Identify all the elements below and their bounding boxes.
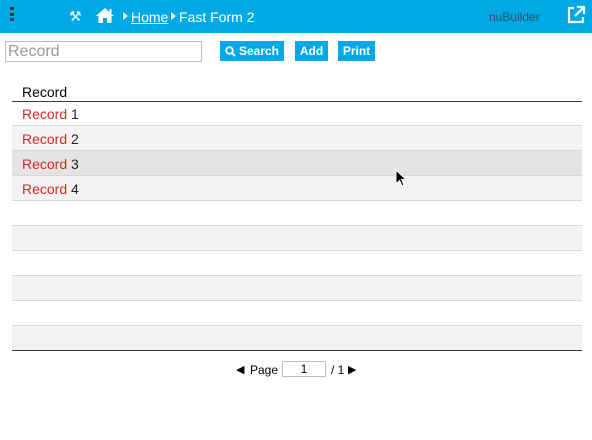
record-cell: Record 2 <box>22 131 79 147</box>
search-icon <box>225 45 236 57</box>
mouse-cursor-icon <box>395 168 408 193</box>
page-number-input[interactable] <box>282 361 326 377</box>
table-row[interactable]: Record 4 <box>12 176 582 201</box>
record-cell: Record 1 <box>22 106 79 122</box>
breadcrumb-arrow-icon <box>123 12 128 20</box>
empty-row <box>12 326 582 351</box>
search-button[interactable]: Search <box>220 41 284 61</box>
vertical-dots-icon[interactable] <box>10 7 15 25</box>
record-cell: Record 4 <box>22 181 79 197</box>
empty-row <box>12 276 582 301</box>
search-button-label: Search <box>238 44 280 58</box>
tools-icon[interactable]: ⚒ <box>69 9 82 23</box>
breadcrumb-arrow-icon <box>171 12 176 20</box>
search-input[interactable] <box>5 41 202 62</box>
column-header-record[interactable]: Record <box>12 83 582 102</box>
pagination: ◀ Page / 1 ▶ <box>0 361 592 379</box>
record-cell: Record 3 <box>22 156 79 172</box>
browse-grid: Record 1 Record 2 Record 3 Record 4 <box>12 101 582 351</box>
empty-row <box>12 301 582 326</box>
column-header-label: Record <box>22 84 68 100</box>
empty-row <box>12 226 582 251</box>
empty-row <box>12 251 582 276</box>
print-button[interactable]: Print <box>338 41 375 61</box>
brand-label: nuBuilder <box>489 10 540 24</box>
top-bar: ⚒ Home Fast Form 2 nuBuilder <box>0 0 592 33</box>
breadcrumb-home-link[interactable]: Home <box>131 9 168 25</box>
external-link-icon[interactable] <box>566 5 586 30</box>
previous-page-icon[interactable]: ◀ <box>236 363 244 376</box>
page-label: Page <box>250 363 279 377</box>
table-row[interactable]: Record 2 <box>12 126 582 151</box>
add-button[interactable]: Add <box>295 41 328 61</box>
empty-row <box>12 201 582 226</box>
home-icon[interactable] <box>95 7 115 29</box>
table-row[interactable]: Record 3 <box>12 151 582 176</box>
page-total: / 1 <box>331 363 345 377</box>
breadcrumb-current: Fast Form 2 <box>179 9 255 25</box>
next-page-icon[interactable]: ▶ <box>348 363 356 376</box>
table-row[interactable]: Record 1 <box>12 101 582 126</box>
